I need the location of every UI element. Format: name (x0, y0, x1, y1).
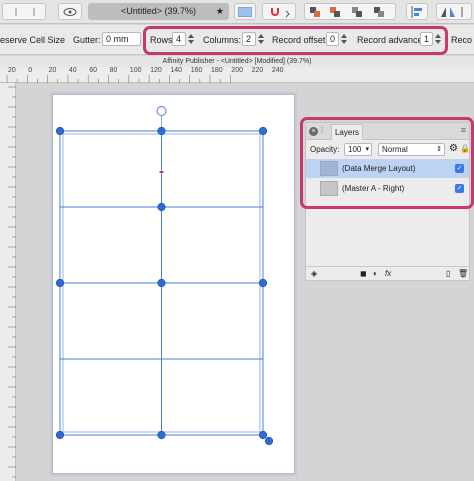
ruler-label: 20 (8, 67, 16, 74)
blend-mode-select[interactable]: Normal ⇕ (378, 143, 445, 156)
columns-stepper[interactable] (257, 32, 265, 46)
selection-handle[interactable] (157, 202, 166, 212)
ruler-label: 220 (251, 67, 264, 74)
record-offset-stepper[interactable] (340, 32, 348, 46)
rows-stepper[interactable] (187, 32, 195, 46)
layer-controls: Opacity: 100 ▾ Normal ⇕ ⚙ 🔒 (306, 141, 470, 159)
selection-handle[interactable] (258, 430, 268, 440)
selection-handle[interactable] (55, 126, 65, 136)
layers-panel: × ⁞ Layers ≡ Opacity: 100 ▾ Normal ⇕ ⚙ 🔒… (305, 122, 470, 281)
layer-row-master-a-right[interactable]: (Master A - Right) ✓ (306, 179, 469, 198)
ruler-label: 160 (190, 67, 203, 74)
context-toolbar: eserve Cell Size Gutter: 0 mm Rows: 4 Co… (0, 25, 474, 55)
add-layer-icon[interactable]: ▯ (446, 269, 450, 279)
fx-icon[interactable]: fx (385, 269, 391, 279)
align-button[interactable] (406, 3, 428, 20)
opacity-label: Opacity: (310, 145, 340, 154)
anchor-marker (159, 171, 164, 173)
record-advance-input[interactable]: 1 (420, 32, 433, 46)
document-page[interactable] (52, 94, 295, 474)
view-mode-button[interactable] (58, 3, 82, 20)
record-offset-input[interactable]: 0 (326, 32, 339, 46)
vertical-ruler[interactable] (0, 83, 16, 481)
chevron-down-icon: ▾ (365, 146, 369, 153)
layers-stack-icon[interactable]: ◈ (311, 269, 317, 279)
opacity-input[interactable]: 100 ▾ (344, 143, 372, 156)
layer-name: (Data Merge Layout) (342, 164, 416, 173)
modified-star-icon: ★ (215, 6, 224, 16)
layers-panel-footer: ◈ ◼ ◐ fx ▯ 🗑 (306, 266, 469, 280)
selection-handle[interactable] (157, 430, 166, 440)
gutter-input[interactable]: 0 mm (102, 32, 141, 46)
document-tab[interactable]: <Untitled> (39.7%) ★ (88, 3, 229, 20)
vertical-ruler-ticks (8, 86, 16, 478)
selection-handle[interactable] (157, 126, 166, 136)
columns-input[interactable]: 2 (242, 32, 256, 46)
document-tab-title: <Untitled> (39.7%) (120, 6, 197, 16)
gutter-label: Gutter: (73, 35, 101, 45)
persona-icons (15, 7, 35, 16)
selection-handle[interactable] (258, 278, 268, 288)
ruler-label: 100 (129, 67, 142, 74)
persona-switcher[interactable] (2, 3, 46, 20)
rows-input[interactable]: 4 (172, 32, 186, 46)
panel-menu-icon[interactable]: ≡ (461, 125, 466, 135)
layer-name: (Master A - Right) (342, 184, 405, 193)
chevron-updown-icon: ⇕ (436, 146, 442, 153)
lock-icon[interactable]: 🔒 (460, 144, 470, 153)
horizontal-ruler[interactable]: 20 0 20 40 60 80 100 120 140 160 180 200 220 240 (0, 67, 474, 83)
eye-icon (63, 7, 77, 16)
grid-resize-handle[interactable] (264, 436, 274, 446)
reserve-cell-size-label[interactable]: eserve Cell Size (0, 35, 65, 45)
selection-handle[interactable] (55, 278, 65, 288)
panel-grip-icon[interactable]: ⁞ (321, 126, 323, 135)
delete-icon[interactable]: 🗑 (458, 269, 468, 279)
ruler-label: 200 (231, 67, 243, 74)
gear-icon[interactable]: ⚙ (449, 143, 458, 154)
visibility-checkbox[interactable]: ✓ (455, 164, 464, 173)
ruler-label: 60 (89, 67, 97, 74)
color-swatch-button[interactable] (234, 3, 256, 20)
ruler-label: 180 (211, 67, 223, 74)
close-icon[interactable]: × (309, 127, 318, 136)
layer-thumbnail (320, 181, 338, 196)
ruler-label: 0 (28, 67, 33, 74)
layers-panel-tabbar: × ⁞ Layers ≡ (306, 123, 469, 140)
ruler-label: 20 (48, 67, 57, 74)
ruler-label: 40 (68, 67, 77, 74)
record-offset-label: Record offset: (272, 35, 328, 45)
ruler-label: 240 (271, 67, 284, 74)
selection-handle[interactable] (157, 278, 166, 288)
adjustment-icon[interactable]: ◐ (373, 269, 378, 279)
columns-label: Columns: (203, 35, 242, 45)
geometry-button[interactable] (436, 3, 472, 20)
ruler-label: 120 (150, 67, 162, 74)
add-mask-icon[interactable]: ◼ (360, 269, 367, 279)
ruler-label: 140 (170, 67, 183, 74)
opacity-value: 100 (348, 145, 362, 154)
triangle-icons (441, 6, 463, 17)
layer-thumbnail (320, 161, 338, 176)
selection-handle[interactable] (55, 430, 65, 440)
ruler-label: 80 (109, 67, 118, 74)
data-merge-layout-grid[interactable] (53, 95, 296, 475)
selection-handle[interactable] (258, 126, 268, 136)
main-toolbar: <Untitled> (39.7%) ★ (0, 0, 474, 24)
arrange-icons (310, 6, 384, 17)
visibility-checkbox[interactable]: ✓ (455, 184, 464, 193)
tab-layers[interactable]: Layers (331, 124, 363, 140)
arrange-buttons[interactable] (304, 3, 396, 20)
blend-mode-value: Normal (382, 145, 408, 154)
record-overflow-label: Reco (451, 35, 473, 45)
align-left-icon (411, 5, 422, 18)
window-title: Affinity Publisher - <Untitled> [Modifie… (0, 56, 474, 67)
rotation-handle[interactable] (156, 106, 167, 116)
layer-row-data-merge-layout[interactable]: (Data Merge Layout) ✓ (306, 159, 469, 178)
record-advance-label: Record advance: (357, 35, 426, 45)
color-swatch-icon (238, 6, 252, 17)
snapping-button[interactable] (262, 3, 296, 20)
record-advance-stepper[interactable] (434, 32, 442, 46)
magnet-icon (271, 7, 290, 17)
